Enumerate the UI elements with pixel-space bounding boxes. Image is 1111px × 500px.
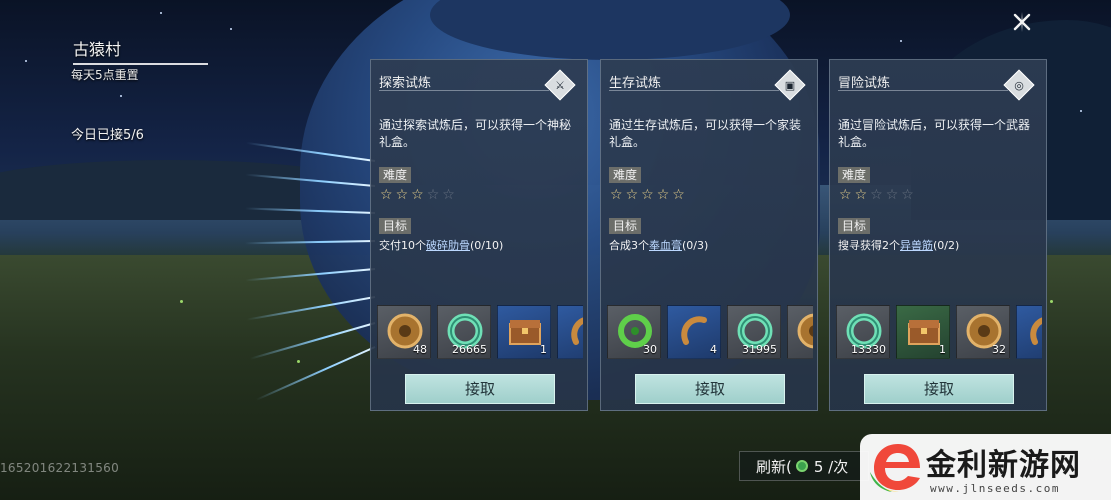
star-filled-icon: ☆: [839, 187, 855, 203]
star-filled-icon: ☆: [625, 187, 642, 203]
accepted-count: 今日已接5/6: [71, 128, 144, 143]
star-empty-icon: ☆: [442, 187, 458, 203]
glowing-wing: [245, 141, 385, 401]
reset-time-note: 每天5点重置: [71, 68, 139, 82]
watermark-logo-icon: [870, 444, 920, 492]
refresh-cost: 5 /次: [813, 457, 849, 476]
watermark-url: www.jlnseeds.com: [930, 482, 1060, 495]
goal-label: 目标: [609, 218, 642, 234]
trial-description: 通过冒险试炼后，可以获得一个武器礼盒。: [838, 118, 1031, 149]
star-filled-icon: ☆: [610, 187, 626, 203]
reward-item[interactable]: 13330: [836, 305, 890, 359]
goal-label: 目标: [379, 218, 412, 234]
accept-button[interactable]: 接取: [405, 374, 555, 404]
goal-progress: (0/3): [682, 239, 709, 252]
site-watermark: 金利新游网 www.jlnseeds.com: [860, 434, 1111, 500]
village-name: 古猿村: [73, 36, 208, 65]
title-divider: [838, 90, 1008, 91]
reward-item[interactable]: 1: [497, 305, 551, 359]
difficulty-label: 难度: [838, 167, 871, 183]
title-divider: [379, 90, 549, 91]
survival-emblem-icon: ▣: [774, 69, 806, 101]
refresh-label: 刷新(: [756, 457, 792, 476]
close-button[interactable]: [1008, 8, 1036, 36]
reward-count: 32: [992, 343, 1006, 356]
difficulty-label: 难度: [609, 167, 642, 183]
accept-button[interactable]: 接取: [864, 374, 1014, 404]
reward-count: 31995: [742, 343, 777, 356]
star-filled-icon: ☆: [854, 187, 871, 203]
reward-item[interactable]: 48: [377, 305, 431, 359]
star-empty-icon: ☆: [885, 187, 902, 203]
reward-count: 13330: [851, 343, 886, 356]
goal-text: 搜寻获得2个异兽筋(0/2): [838, 237, 959, 253]
goal-text: 交付10个破碎肋骨(0/10): [379, 237, 503, 253]
reward-item[interactable]: 30: [607, 305, 661, 359]
player-uid: 165201622131560: [0, 461, 120, 475]
watermark-text: 金利新游网: [926, 448, 1081, 483]
goal-text: 合成3个奉血膏(0/3): [609, 237, 708, 253]
goal-prefix: 合成3个: [609, 239, 649, 252]
star-filled-icon: ☆: [411, 187, 427, 203]
reward-item[interactable]: 1: [896, 305, 950, 359]
reward-item[interactable]: 32: [956, 305, 1010, 359]
star-filled-icon: ☆: [672, 187, 688, 203]
trial-card: 冒险试炼 ◎ 通过冒险试炼后，可以获得一个武器礼盒。 难度 ☆☆☆☆☆ 目标 搜寻获得2个异…: [829, 59, 1047, 411]
reward-list: 48 26665 1: [377, 305, 583, 359]
reward-item[interactable]: 31995: [727, 305, 781, 359]
star-empty-icon: ☆: [426, 187, 443, 203]
reward-item[interactable]: 26665: [437, 305, 491, 359]
goal-progress: (0/2): [933, 239, 960, 252]
title-divider: [609, 90, 779, 91]
star-empty-icon: ☆: [901, 187, 917, 203]
reward-list: 13330 1 32: [836, 305, 1042, 359]
accept-button[interactable]: 接取: [635, 374, 785, 404]
difficulty-label: 难度: [379, 167, 412, 183]
difficulty-stars: ☆☆☆☆☆: [839, 187, 917, 203]
difficulty-stars: ☆☆☆☆☆: [610, 187, 688, 203]
trial-description: 通过探索试炼后，可以获得一个神秘礼盒。: [379, 118, 572, 149]
goal-prefix: 搜寻获得2个: [838, 239, 900, 252]
adventure-emblem-icon: ◎: [1003, 69, 1035, 101]
reward-list: 30 4 31995: [607, 305, 813, 359]
goal-prefix: 交付10个: [379, 239, 426, 252]
star-filled-icon: ☆: [641, 187, 657, 203]
reward-item[interactable]: 4: [667, 305, 721, 359]
star-filled-icon: ☆: [380, 187, 396, 203]
reward-count: 26665: [452, 343, 487, 356]
goal-progress: (0/10): [470, 239, 504, 252]
star-empty-icon: ☆: [870, 187, 886, 203]
close-x-icon: [1013, 12, 1031, 32]
trial-title: 生存试炼: [609, 76, 662, 91]
reward-item[interactable]: [557, 305, 583, 359]
trial-card: 探索试炼 ⚔ 通过探索试炼后，可以获得一个神秘礼盒。 难度 ☆☆☆☆☆ 目标 交付10个破碎…: [370, 59, 588, 411]
difficulty-stars: ☆☆☆☆☆: [380, 187, 458, 203]
goal-item-link[interactable]: 异兽筋: [900, 239, 933, 252]
reward-count: 4: [710, 343, 717, 356]
goal-item-link[interactable]: 奉血膏: [649, 239, 682, 252]
reward-item[interactable]: [787, 305, 813, 359]
trial-title: 探索试炼: [379, 76, 432, 91]
star-filled-icon: ☆: [656, 187, 673, 203]
trial-card: 生存试炼 ▣ 通过生存试炼后，可以获得一个家装礼盒。 难度 ☆☆☆☆☆ 目标 合成3个奉血膏…: [600, 59, 818, 411]
reward-item[interactable]: [1016, 305, 1042, 359]
reward-count: 48: [413, 343, 427, 356]
star-filled-icon: ☆: [395, 187, 412, 203]
goal-item-link[interactable]: 破碎肋骨: [426, 239, 470, 252]
explore-emblem-icon: ⚔: [544, 69, 576, 101]
reward-count: 1: [939, 343, 946, 356]
trial-description: 通过生存试炼后，可以获得一个家装礼盒。: [609, 118, 802, 149]
goal-label: 目标: [838, 218, 871, 234]
reward-count: 30: [643, 343, 657, 356]
refresh-button[interactable]: 刷新( 5 /次: [739, 451, 869, 481]
reward-count: 1: [540, 343, 547, 356]
trial-title: 冒险试炼: [838, 76, 891, 91]
green-coin-icon: [795, 460, 808, 472]
